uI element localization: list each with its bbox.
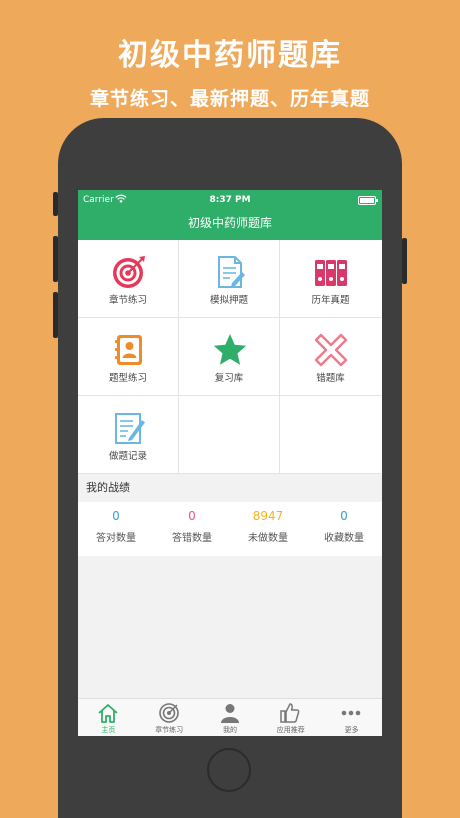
grid-item-label: 做题记录: [108, 451, 147, 462]
stat-label: 答对数量: [96, 533, 136, 544]
grid-item-question-type[interactable]: 题型练习: [78, 318, 179, 396]
star-icon: [213, 334, 247, 365]
tab-chapter-practice[interactable]: 章节练习: [139, 699, 200, 736]
tab-label: 更多: [344, 726, 359, 734]
stat-value: 0: [340, 509, 348, 523]
tab-mine[interactable]: 我的: [200, 699, 261, 736]
grid-item-mock-exam[interactable]: 模拟押题: [179, 240, 280, 318]
stat-value: 0: [188, 509, 196, 523]
promo-title: 初级中药师题库: [118, 38, 342, 73]
nav-title: 初级中药师题库: [187, 216, 272, 230]
tab-label: 章节练习: [155, 726, 184, 734]
grid-item-label: 题型练习: [108, 373, 147, 384]
stat-value: 0: [112, 509, 120, 523]
target-icon: [158, 703, 179, 723]
stat-correct[interactable]: 0 答对数量: [78, 502, 154, 556]
stat-label: 答错数量: [172, 533, 212, 544]
grid-item-review-bank[interactable]: 复习库: [179, 318, 280, 396]
tab-label: 主页: [101, 726, 116, 734]
person-icon: [220, 704, 239, 723]
more-dots-icon: [341, 710, 361, 716]
home-icon: [98, 704, 118, 723]
stats-section-title: 我的战绩: [78, 474, 382, 502]
stat-label: 收藏数量: [324, 533, 364, 544]
app-screen: Carrier 8:37 PM 初级中药师题库 章节练习 模拟押题 历年真题 题…: [78, 190, 382, 736]
phone-volume-down: [53, 292, 58, 338]
contact-book-icon: [115, 335, 142, 365]
phone-power-button: [402, 238, 407, 284]
battery-icon: [358, 196, 378, 205]
grid-item-history[interactable]: 做题记录: [78, 396, 179, 474]
tab-label: 我的: [222, 726, 237, 734]
grid-item-label: 章节练习: [108, 295, 147, 306]
status-time: 8:37 PM: [209, 195, 251, 205]
feature-grid: 章节练习 模拟押题 历年真题 题型练习 复习库 错题库 做题记录: [78, 240, 382, 474]
notepad-pen-icon: [115, 413, 145, 444]
document-edit-icon: [218, 256, 245, 288]
stat-favorites[interactable]: 0 收藏数量: [306, 502, 382, 556]
stat-wrong[interactable]: 0 答错数量: [154, 502, 230, 556]
tab-bar: 主页 章节练习 我的 应用推荐 更多: [78, 698, 382, 736]
grid-item-chapter-practice[interactable]: 章节练习: [78, 240, 179, 318]
stat-undone[interactable]: 8947 未做数量: [230, 502, 306, 556]
grid-item-wrong-bank[interactable]: 错题库: [280, 318, 381, 396]
grid-empty-cell: [280, 396, 381, 474]
tab-label: 应用推荐: [276, 726, 305, 734]
phone-volume-up: [53, 236, 58, 282]
promo-subtitle: 章节练习、最新押题、历年真题: [89, 88, 370, 110]
phone-mute-switch: [53, 192, 58, 216]
grid-item-label: 错题库: [316, 373, 345, 384]
stats-panel: 0 答对数量 0 答错数量 8947 未做数量 0 收藏数量: [78, 502, 382, 556]
cross-icon: [314, 333, 348, 367]
tab-more[interactable]: 更多: [321, 699, 382, 736]
status-bar: Carrier 8:37 PM: [78, 190, 382, 212]
phone-home-button: [207, 748, 251, 792]
tab-app-recommend[interactable]: 应用推荐: [260, 699, 321, 736]
grid-empty-cell: [179, 396, 280, 474]
tab-home[interactable]: 主页: [78, 699, 139, 736]
stat-label: 未做数量: [248, 533, 288, 544]
nav-bar: 初级中药师题库: [78, 212, 382, 240]
grid-item-label: 模拟押题: [209, 295, 248, 306]
grid-item-past-exams[interactable]: 历年真题: [280, 240, 381, 318]
grid-item-label: 历年真题: [311, 295, 350, 306]
thumbs-up-icon: [280, 703, 300, 723]
grid-item-label: 复习库: [214, 373, 244, 384]
target-icon: [113, 256, 145, 288]
binders-icon: [315, 260, 347, 286]
stat-value: 8947: [252, 509, 284, 523]
